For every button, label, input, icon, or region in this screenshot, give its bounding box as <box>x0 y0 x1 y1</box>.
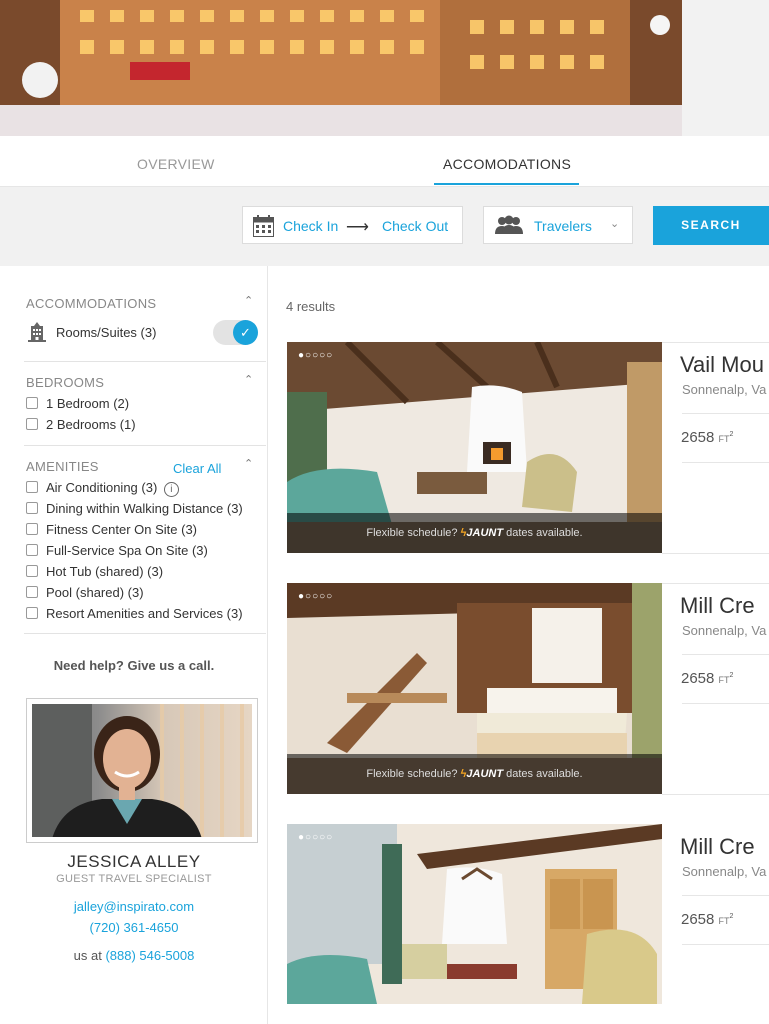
checkbox[interactable] <box>26 544 38 556</box>
hero-image <box>0 0 682 136</box>
checkbox[interactable] <box>26 586 38 598</box>
amenities-filter-title: AMENITIES <box>26 459 99 474</box>
general-phone-prefix: us at <box>73 948 102 963</box>
amenity-option[interactable]: Full-Service Spa On Site (3) <box>26 543 208 558</box>
checkbox[interactable] <box>26 502 38 514</box>
divider <box>682 895 769 896</box>
agent-email-link[interactable]: jalley@inspirato.com <box>0 899 268 914</box>
listing-location: Sonnenalp, Va <box>682 382 767 397</box>
checkbox[interactable] <box>26 607 38 619</box>
collapse-accommodations-icon[interactable]: ⌃ <box>244 294 253 307</box>
collapse-bedrooms-icon[interactable]: ⌃ <box>244 373 253 386</box>
listing-location: Sonnenalp, Va <box>682 623 767 638</box>
agent-title: GUEST TRAVEL SPECIALIST <box>56 873 212 885</box>
photo-carousel-dots[interactable]: ●○○○○ <box>298 832 333 843</box>
calendar-icon <box>253 215 274 237</box>
arrow-right-icon: ⟶ <box>346 219 369 236</box>
hotel-night-illustration <box>0 0 682 136</box>
divider <box>682 413 769 414</box>
filter-sidebar: ACCOMMODATIONS ⌃ Rooms/Suites (3) ✓ BEDR… <box>0 266 268 1024</box>
checkbox[interactable] <box>26 397 38 409</box>
search-bar: Check In ⟶ Check Out Travelers ⌄ SEARCH <box>0 187 769 266</box>
listing-location: Sonnenalp, Va <box>682 864 767 879</box>
date-range-picker[interactable]: Check In ⟶ Check Out <box>242 206 463 244</box>
listing-photo[interactable]: ●○○○○ Flexible schedule? ϟJAUNT dates av… <box>287 342 662 553</box>
bedroom-option[interactable]: 1 Bedroom (2) <box>26 396 129 411</box>
search-button[interactable]: SEARCH <box>653 206 769 245</box>
divider <box>682 944 769 945</box>
collapse-amenities-icon[interactable]: ⌃ <box>244 457 253 470</box>
clear-all-link[interactable]: Clear All <box>173 461 221 476</box>
amenity-option[interactable]: Dining within Walking Distance (3) <box>26 501 243 516</box>
travelers-icon <box>495 215 523 234</box>
listing-card[interactable]: ●○○○○ Flexible schedule? ϟJAUNT dates av… <box>287 342 769 554</box>
tab-bar: OVERVIEW ACCOMODATIONS <box>0 136 769 187</box>
checkmark-icon: ✓ <box>233 320 258 345</box>
listing-square-feet: 2658 FT2 <box>681 911 734 928</box>
checkbox[interactable] <box>26 418 38 430</box>
listing-square-feet: 2658 FT2 <box>681 670 734 687</box>
agent-phone-link[interactable]: (720) 361-4650 <box>0 920 268 935</box>
divider <box>682 654 769 655</box>
checkbox[interactable] <box>26 565 38 577</box>
building-icon <box>28 322 46 342</box>
divider <box>682 703 769 704</box>
listing-photo[interactable]: ●○○○○ <box>287 824 662 1004</box>
listing-square-feet: 2658 FT2 <box>681 429 734 446</box>
listing-photo[interactable]: ●○○○○ Flexible schedule? ϟJAUNT dates av… <box>287 583 662 794</box>
amenity-option[interactable]: Pool (shared) (3) <box>26 585 144 600</box>
checkbox[interactable] <box>26 523 38 535</box>
listing-card[interactable]: ●○○○○ Mill Cre Sonnenalp, Va 2658 FT2 <box>287 824 769 1024</box>
listing-card[interactable]: ●○○○○ Flexible schedule? ϟJAUNT dates av… <box>287 583 769 795</box>
info-icon[interactable]: i <box>163 482 179 497</box>
jaunt-banner: Flexible schedule? ϟJAUNT dates availabl… <box>287 513 662 553</box>
tab-accommodations[interactable]: ACCOMODATIONS <box>443 136 571 186</box>
agent-portrait <box>32 704 244 837</box>
tab-overview[interactable]: OVERVIEW <box>137 136 215 186</box>
divider <box>24 361 266 362</box>
rooms-suites-label: Rooms/Suites (3) <box>56 325 157 340</box>
check-out-field[interactable]: Check Out <box>382 218 448 234</box>
amenity-option[interactable]: Hot Tub (shared) (3) <box>26 564 163 579</box>
amenity-option[interactable]: Resort Amenities and Services (3) <box>26 606 243 621</box>
general-phone-line: us at (888) 546-5008 <box>0 948 268 963</box>
bedrooms-filter-title: BEDROOMS <box>26 375 105 390</box>
divider <box>24 633 266 634</box>
divider <box>682 462 769 463</box>
jaunt-banner: Flexible schedule? ϟJAUNT dates availabl… <box>287 754 662 794</box>
results-count: 4 results <box>286 299 336 314</box>
travelers-select[interactable]: Travelers ⌄ <box>483 206 633 244</box>
checkbox[interactable] <box>26 481 38 493</box>
amenity-option[interactable]: Fitness Center On Site (3) <box>26 522 197 537</box>
amenity-option[interactable]: Air Conditioning (3) i <box>26 480 179 497</box>
agent-name: JESSICA ALLEY <box>67 852 201 871</box>
listing-title[interactable]: Vail Mou <box>680 352 764 378</box>
travelers-label: Travelers <box>534 218 592 234</box>
photo-carousel-dots[interactable]: ●○○○○ <box>298 350 333 361</box>
suite-photo <box>287 824 662 1004</box>
help-heading: Need help? Give us a call. <box>53 658 215 673</box>
accommodations-filter-title: ACCOMMODATIONS <box>26 296 157 311</box>
divider <box>24 445 266 446</box>
hero-side-panel <box>682 0 769 136</box>
active-tab-indicator <box>434 183 579 185</box>
chevron-down-icon: ⌄ <box>610 218 620 230</box>
photo-carousel-dots[interactable]: ●○○○○ <box>298 591 333 602</box>
agent-photo <box>26 698 258 843</box>
bedroom-option[interactable]: 2 Bedrooms (1) <box>26 417 136 432</box>
rooms-suites-toggle[interactable]: ✓ <box>213 320 258 345</box>
listing-title[interactable]: Mill Cre <box>680 593 755 619</box>
check-in-field[interactable]: Check In <box>283 218 338 234</box>
general-phone-link[interactable]: (888) 546-5008 <box>105 948 194 963</box>
listing-title[interactable]: Mill Cre <box>680 834 755 860</box>
